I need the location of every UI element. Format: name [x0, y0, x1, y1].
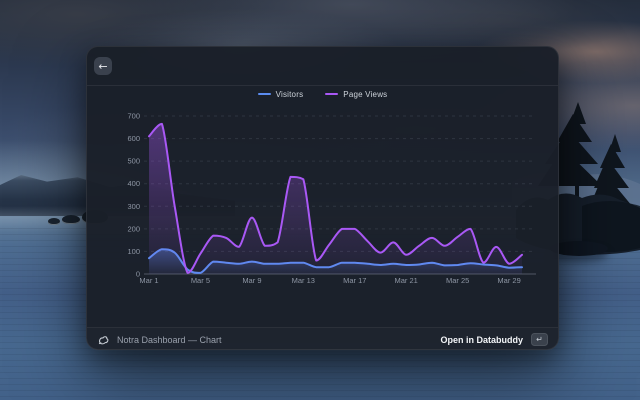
traffic-chart: 0100200300400500600700Mar 1Mar 5Mar 9Mar… [87, 86, 560, 327]
back-arrow-icon: ← [98, 61, 107, 72]
overlay-window: ← Visitors Page Views 010020030040050060… [86, 46, 559, 350]
svg-text:Mar 9: Mar 9 [242, 276, 261, 285]
back-button[interactable]: ← [94, 57, 112, 75]
return-key-badge: ↵ [531, 333, 548, 346]
window-title: Notra Dashboard — Chart [117, 335, 433, 345]
svg-text:Mar 5: Mar 5 [191, 276, 210, 285]
svg-text:Mar 1: Mar 1 [139, 276, 158, 285]
svg-text:Mar 13: Mar 13 [292, 276, 315, 285]
svg-text:300: 300 [127, 202, 140, 211]
rock [62, 215, 80, 224]
svg-text:200: 200 [127, 224, 140, 233]
svg-text:600: 600 [127, 134, 140, 143]
svg-text:Mar 29: Mar 29 [497, 276, 520, 285]
svg-text:400: 400 [127, 179, 140, 188]
action-label: Open in Databuddy [440, 335, 523, 345]
svg-text:100: 100 [127, 247, 140, 256]
window-header: ← [87, 47, 558, 85]
svg-text:Mar 25: Mar 25 [446, 276, 469, 285]
svg-text:Mar 21: Mar 21 [395, 276, 418, 285]
rock [48, 218, 60, 225]
open-in-databuddy-action[interactable]: Open in Databuddy ↵ [440, 333, 548, 346]
svg-text:Mar 17: Mar 17 [343, 276, 366, 285]
window-footer: Notra Dashboard — Chart Open in Databudd… [87, 328, 558, 351]
databuddy-logo-icon [97, 333, 110, 346]
svg-text:700: 700 [127, 112, 140, 121]
svg-text:500: 500 [127, 157, 140, 166]
chart-panel: Visitors Page Views 01002003004005006007… [87, 86, 558, 327]
return-key-icon: ↵ [536, 336, 543, 344]
